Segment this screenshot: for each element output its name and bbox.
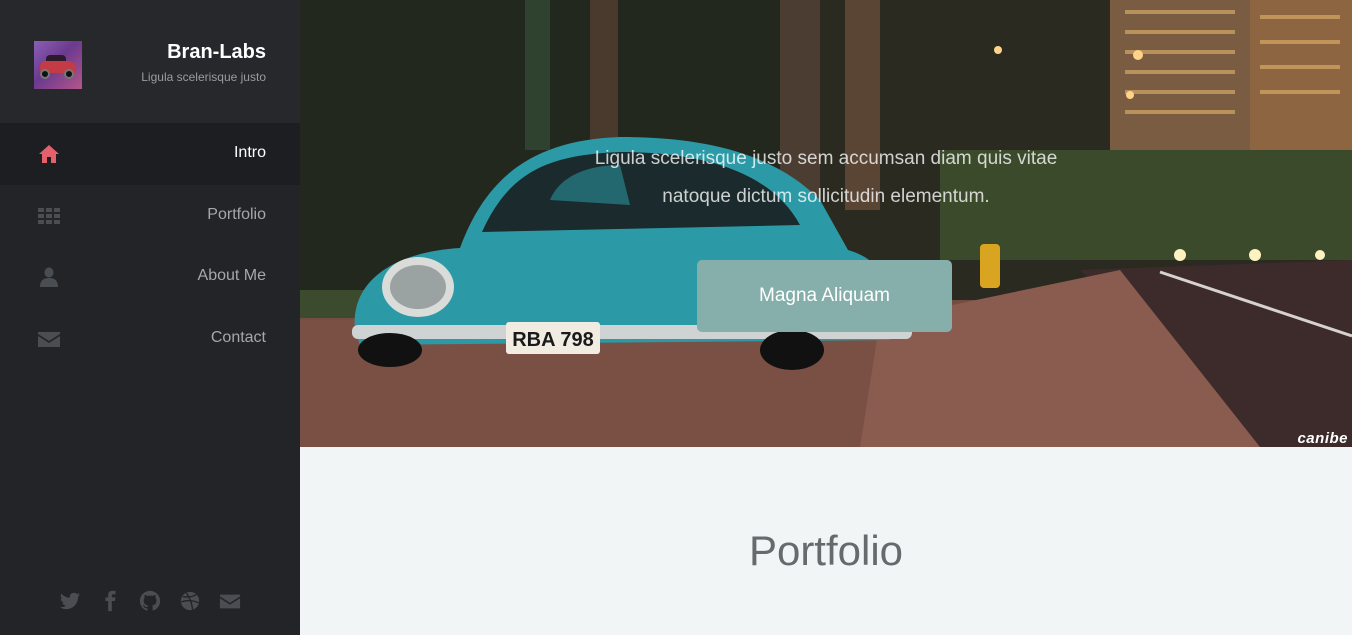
sidebar-item-label: Intro bbox=[233, 144, 266, 161]
section-title: Portfolio bbox=[748, 527, 904, 574]
brand-subtitle: Ligula scelerisque justo bbox=[141, 70, 266, 84]
brand-header: Bran-Labs Ligula scelerisque justo bbox=[0, 0, 300, 123]
sidebar-nav: Intro Portfolio About Me Contact bbox=[0, 123, 300, 369]
portfolio-section: Portfolio bbox=[300, 447, 1352, 635]
license-plate-text: RBA 798 bbox=[512, 329, 594, 351]
sidebar-item-label: Portfolio bbox=[207, 205, 266, 223]
sidebar-item-label: Contact bbox=[210, 328, 266, 346]
avatar[interactable] bbox=[34, 41, 82, 89]
hero-text: Ligula scelerisque justo sem accumsan di… bbox=[594, 148, 1058, 207]
home-icon bbox=[37, 142, 61, 166]
hero-background-image: RBA 798 bbox=[300, 0, 1352, 447]
sidebar-item-portfolio[interactable]: Portfolio bbox=[0, 185, 300, 247]
sidebar-item-label: About Me bbox=[197, 267, 266, 284]
user-icon bbox=[37, 265, 61, 289]
envelope-icon[interactable] bbox=[219, 590, 241, 612]
brand-title[interactable]: Bran-Labs bbox=[167, 41, 266, 64]
hero-banner: RBA 798 Ligula scelerisque justo sem acc… bbox=[300, 0, 1352, 447]
magna-aliquam-button[interactable]: Magna Aliquam bbox=[697, 260, 952, 332]
facebook-icon[interactable] bbox=[99, 590, 121, 612]
grid-icon bbox=[37, 204, 61, 228]
dribbble-icon[interactable] bbox=[179, 590, 201, 612]
sidebar-item-about-me[interactable]: About Me bbox=[0, 246, 300, 308]
sidebar-item-intro[interactable]: Intro bbox=[0, 123, 300, 185]
twitter-icon[interactable] bbox=[59, 590, 81, 612]
sidebar: Bran-Labs Ligula scelerisque justo Intro… bbox=[0, 0, 300, 635]
social-links bbox=[0, 590, 300, 612]
github-icon[interactable] bbox=[139, 590, 161, 612]
sidebar-item-contact[interactable]: Contact bbox=[0, 308, 300, 370]
envelope-icon bbox=[37, 327, 61, 351]
watermark: canibe bbox=[1297, 430, 1348, 447]
